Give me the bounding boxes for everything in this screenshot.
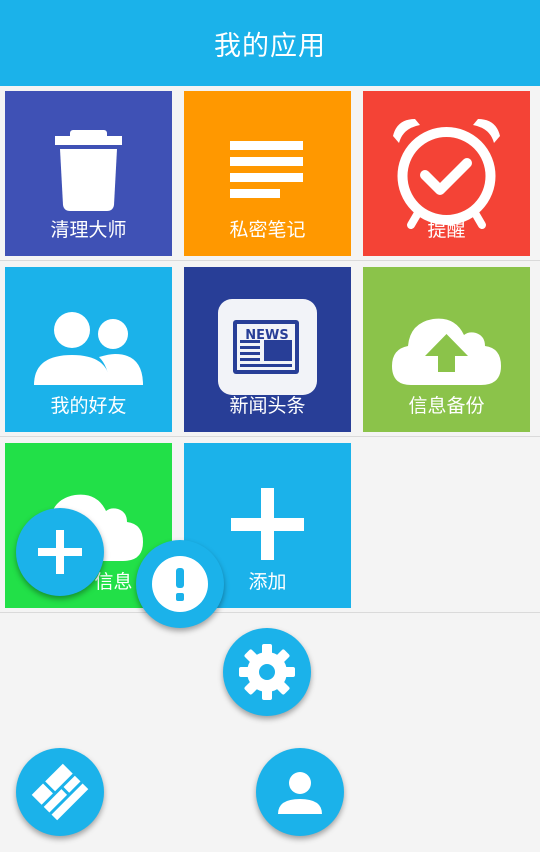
plus-icon [38,530,82,574]
alert-fab-button[interactable] [136,540,224,628]
tile-info-backup[interactable]: 信息备份 [363,267,530,432]
tile-label: 清理大师 [50,219,127,241]
person-icon [278,772,322,814]
page-title: 我的应用 [214,30,326,62]
profile-fab-button[interactable] [256,748,344,836]
settings-fab-button[interactable] [223,628,311,716]
tile-label: 提醒 [427,219,466,241]
tile-reminder[interactable]: 提醒 [363,91,530,256]
tile-private-notes[interactable]: 私密笔记 [184,91,351,256]
tile-my-friends[interactable]: 我的好友 [5,267,172,432]
row-divider [0,612,540,613]
row-divider [0,436,540,437]
tile-label: 信息备份 [408,395,485,417]
add-fab-button[interactable] [16,508,104,596]
tile-news-headlines[interactable]: NEWS 新闻头条 [184,267,351,432]
tile-label: 我的好友 [50,395,127,417]
exclamation-icon [152,556,208,612]
gear-icon [239,644,295,700]
tile-cleaner[interactable]: 清理大师 [5,91,172,256]
tile-label: 私密笔记 [229,219,306,241]
grid-tiles-icon [31,763,89,821]
menu-fab-button[interactable] [16,748,104,836]
row-divider [0,260,540,261]
news-badge-text: NEWS [245,328,288,343]
app-header: 我的应用 [0,0,540,86]
tile-label: 新闻头条 [229,395,306,417]
